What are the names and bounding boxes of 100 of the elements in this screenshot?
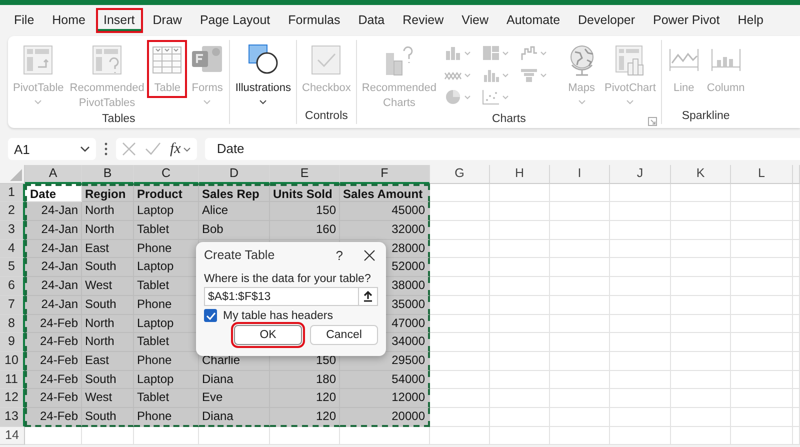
table-cell: 24-Jan [25, 277, 82, 296]
table-cell [430, 389, 490, 408]
column-header[interactable]: H [490, 165, 550, 184]
table-cell [671, 184, 731, 202]
row-header[interactable]: 4 [0, 240, 25, 258]
row-header[interactable]: 7 [0, 296, 25, 314]
row-header[interactable]: 14 [0, 426, 25, 446]
ribbon-tab[interactable]: Page Layout [192, 8, 278, 33]
dialog-launcher-icon[interactable] [648, 117, 657, 126]
select-all-corner[interactable] [0, 165, 25, 184]
ribbon-tab[interactable]: View [454, 8, 497, 33]
corner-triangle-icon [10, 168, 22, 181]
column-header[interactable]: C [134, 165, 199, 184]
table-cell [731, 221, 793, 240]
ribbon-tab[interactable]: Insert [96, 8, 143, 33]
column-header[interactable]: D [199, 165, 270, 184]
caret-icon [182, 146, 191, 152]
range-field[interactable]: $A$1:$F$13 [204, 287, 358, 306]
table-cell [550, 240, 610, 258]
table-cell [671, 426, 731, 446]
caret-icon [464, 50, 471, 56]
table-cell [731, 370, 793, 390]
column-header[interactable]: A [25, 165, 82, 184]
ribbon-tab[interactable]: Automate [498, 8, 568, 33]
table-cell: 45000 [340, 202, 430, 222]
ribbon-button[interactable]: Illustrations [232, 40, 294, 107]
ribbon-tab[interactable]: Formulas [280, 8, 348, 33]
pivot-table-question-icon [90, 43, 124, 77]
row-header[interactable]: 13 [0, 408, 25, 427]
table-cell [490, 277, 550, 296]
ribbon-tab[interactable]: Developer [570, 8, 644, 33]
row-header[interactable]: 11 [0, 370, 25, 390]
ribbon-tab[interactable]: Help [730, 8, 772, 33]
table-cell: Laptop [134, 202, 199, 222]
cancel-button[interactable]: Cancel [310, 325, 378, 345]
row-header[interactable]: 5 [0, 258, 25, 278]
table-cell [671, 408, 731, 427]
table-cell [610, 389, 671, 408]
column-header[interactable]: E [270, 165, 340, 184]
table-cell [490, 184, 550, 202]
up-arrow-icon [363, 291, 373, 302]
scatter-chart-icon [482, 89, 500, 105]
caret-icon [464, 94, 471, 100]
ribbon-tab[interactable]: Power Pivot [645, 8, 728, 33]
insert-function-button[interactable]: fx [170, 140, 191, 158]
table-cell [550, 408, 610, 427]
ok-button[interactable]: OK [234, 325, 302, 345]
check-icon[interactable] [145, 142, 161, 156]
table-cell [731, 296, 793, 314]
column-header[interactable]: B [82, 165, 134, 184]
table-cell: Diana [199, 408, 270, 427]
table-cell [610, 202, 671, 222]
ribbon-tab[interactable]: Review [394, 8, 452, 33]
row-header[interactable]: 3 [0, 221, 25, 240]
column-header[interactable]: F [340, 165, 430, 184]
row-header[interactable]: 12 [0, 389, 25, 408]
more-options-icon[interactable] [104, 142, 108, 156]
table-cell [610, 352, 671, 371]
row-header[interactable]: 1 [0, 184, 25, 202]
bar-chart-icon [444, 45, 462, 61]
row-header[interactable]: 10 [0, 352, 25, 371]
histogram-icon [482, 67, 500, 83]
column-header[interactable]: L [731, 165, 793, 184]
column-header[interactable]: K [671, 165, 731, 184]
ribbon-tab[interactable]: Home [44, 8, 94, 33]
checkbox[interactable] [204, 309, 217, 322]
ribbon-tab[interactable]: File [6, 8, 42, 33]
formula-field[interactable]: Date [204, 138, 800, 160]
table-cell: Laptop [134, 370, 199, 390]
table-cell [731, 333, 793, 352]
table-cell [671, 240, 731, 258]
table-cell: 24-Feb [25, 408, 82, 427]
collapse-dialog-button[interactable] [358, 287, 378, 306]
table-cell: 160 [270, 221, 340, 240]
table-cell [671, 202, 731, 222]
table-cell [134, 426, 199, 446]
table-cell [671, 352, 731, 371]
group-label: Charts [492, 113, 526, 125]
column-header[interactable] [793, 165, 800, 184]
column-header[interactable]: G [430, 165, 490, 184]
column-header[interactable]: I [550, 165, 610, 184]
table-cell: North [82, 314, 134, 334]
table-cell [550, 426, 610, 446]
table-cell: 24-Jan [25, 202, 82, 222]
table-cell [490, 258, 550, 278]
table-cell [731, 314, 793, 334]
row-header[interactable]: 9 [0, 333, 25, 352]
cancel-icon[interactable] [122, 142, 136, 156]
table-cell: 12000 [340, 389, 430, 408]
table-cell [731, 277, 793, 296]
column-header[interactable]: J [610, 165, 671, 184]
table-cell: 20000 [340, 408, 430, 427]
ribbon-tab[interactable]: Data [350, 8, 393, 33]
table-cell: Bob [199, 221, 270, 240]
table-cell [430, 258, 490, 278]
name-box[interactable]: A1 [8, 138, 96, 160]
row-header[interactable]: 2 [0, 202, 25, 222]
row-header[interactable]: 8 [0, 314, 25, 334]
row-header[interactable]: 6 [0, 277, 25, 296]
ribbon-tab[interactable]: Draw [144, 8, 190, 33]
